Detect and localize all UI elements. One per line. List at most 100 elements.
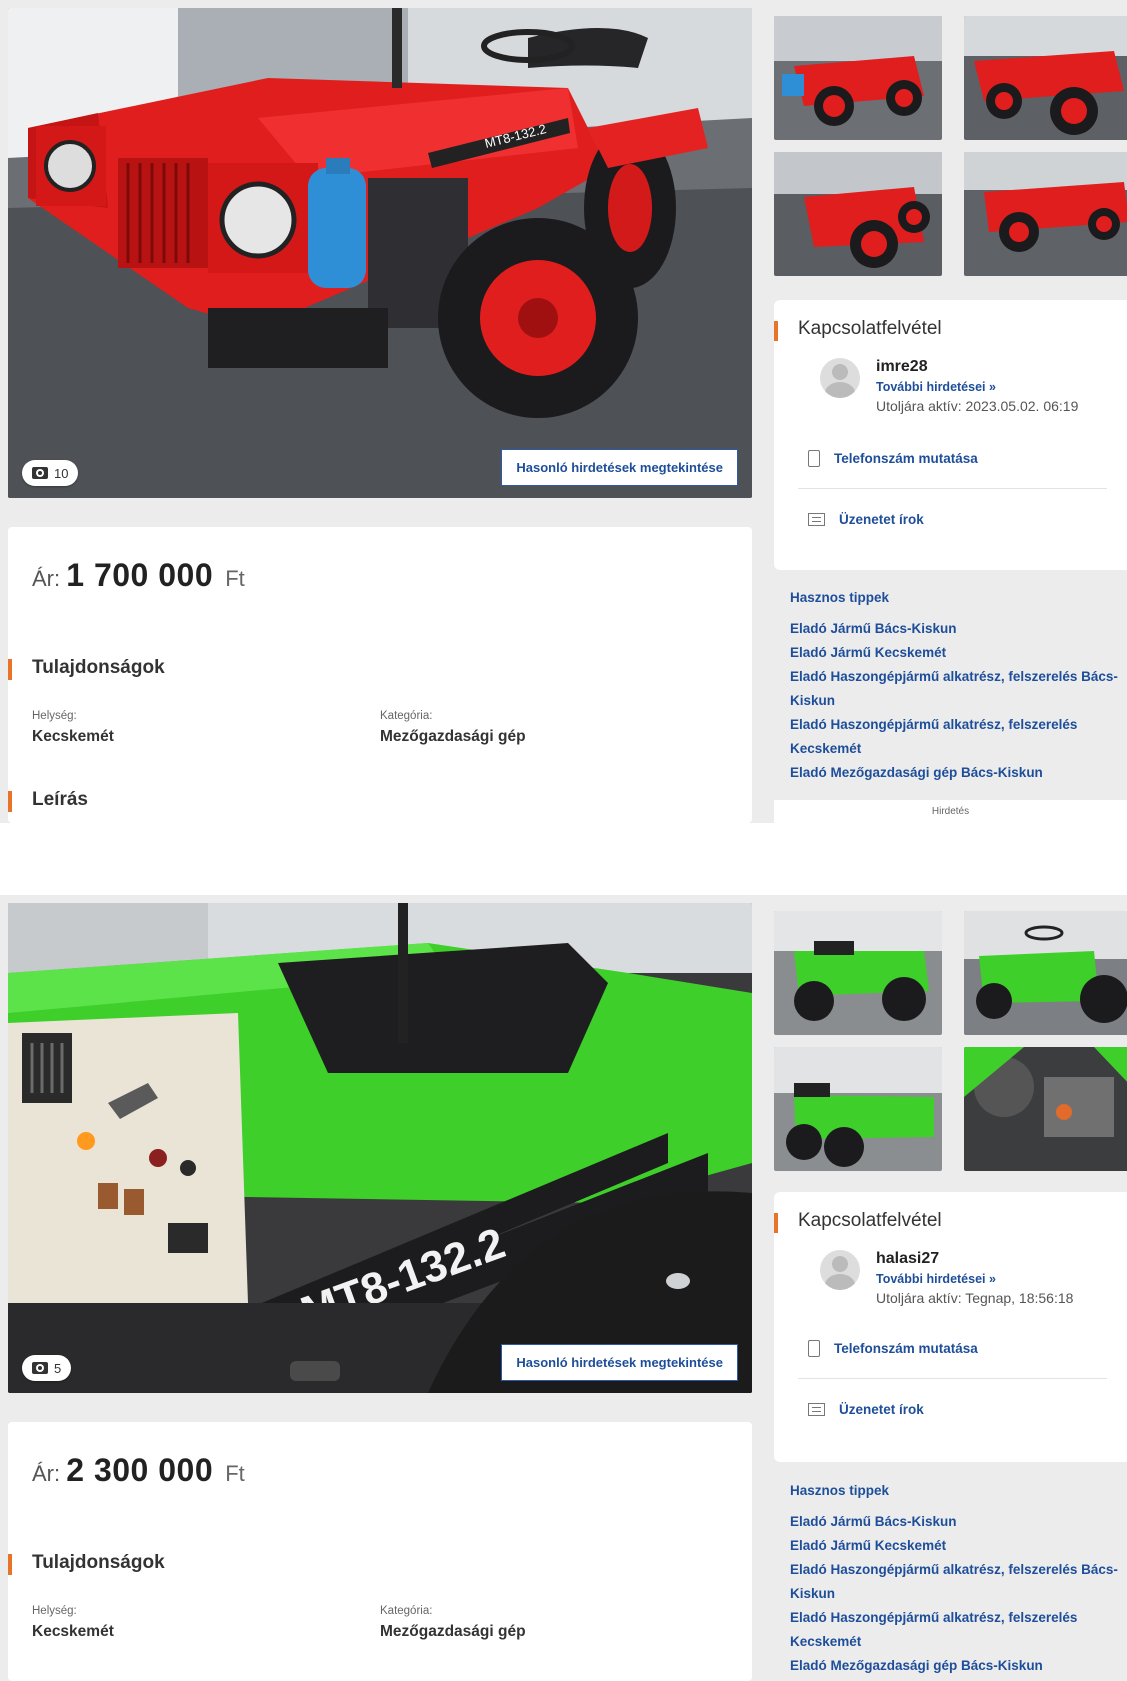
category-value: Mezőgazdasági gép bbox=[380, 1623, 526, 1640]
thumbnail-4[interactable] bbox=[964, 1047, 1127, 1171]
write-message-button[interactable]: Üzenetet írok bbox=[808, 495, 1107, 543]
tip-link[interactable]: Eladó Haszongépjármű alkatrész, felszere… bbox=[790, 713, 1120, 761]
thumbnail-image bbox=[774, 152, 942, 276]
write-message-label: Üzenetet írok bbox=[839, 1401, 924, 1417]
phone-icon bbox=[808, 1339, 820, 1357]
more-ads-link[interactable]: További hirdetései » bbox=[876, 1272, 1073, 1286]
avatar bbox=[820, 358, 860, 398]
category-field: Kategória: Mezőgazdasági gép bbox=[380, 710, 526, 746]
write-message-button[interactable]: Üzenetet írok bbox=[808, 1385, 1107, 1433]
avatar bbox=[820, 1250, 860, 1290]
photo-count-badge[interactable]: 5 bbox=[22, 1355, 72, 1381]
show-phone-button[interactable]: Telefonszám mutatása bbox=[808, 434, 1107, 482]
price: Ár: 1 700 000 Ft bbox=[32, 557, 245, 594]
price-value: 1 700 000 bbox=[66, 557, 214, 593]
message-icon bbox=[808, 512, 825, 526]
photo-count-badge[interactable]: 10 bbox=[22, 460, 79, 486]
properties-title: Tulajdonságok bbox=[8, 657, 165, 680]
seller-info: halasi27 További hirdetései » Utoljára a… bbox=[820, 1250, 1107, 1306]
red-tractor-photo: MT8-132.2 bbox=[8, 8, 752, 498]
contact-card: Kapcsolatfelvétel imre28 További hirdeté… bbox=[774, 300, 1127, 570]
seller-username[interactable]: halasi27 bbox=[876, 1250, 1073, 1268]
photo-count-text: 5 bbox=[54, 1360, 62, 1376]
thumbnail-3[interactable] bbox=[774, 1047, 942, 1171]
last-active-text: Utoljára aktív: Tegnap, 18:56:18 bbox=[876, 1290, 1074, 1306]
thumbnail-1[interactable] bbox=[774, 911, 942, 1035]
thumbnail-grid bbox=[774, 911, 1127, 1171]
location-label: Helység: bbox=[32, 1605, 77, 1617]
show-phone-label: Telefonszám mutatása bbox=[834, 450, 978, 466]
thumbnail-image bbox=[964, 152, 1127, 276]
tip-link[interactable]: Eladó Mezőgazdasági gép Bács-Kiskun bbox=[790, 761, 1120, 785]
thumbnail-image bbox=[774, 1047, 942, 1171]
tips-title: Hasznos tippek bbox=[790, 1483, 890, 1498]
category-value: Mezőgazdasági gép bbox=[380, 728, 526, 745]
write-message-label: Üzenetet írok bbox=[839, 511, 924, 527]
camera-icon bbox=[32, 1362, 48, 1374]
show-phone-button[interactable]: Telefonszám mutatása bbox=[808, 1324, 1107, 1372]
ad-label: Hirdetés bbox=[774, 800, 1127, 823]
similar-listings-button[interactable]: Hasonló hirdetések megtekintése bbox=[501, 1344, 738, 1381]
phone-icon bbox=[808, 449, 820, 467]
thumbnail-image bbox=[964, 1047, 1127, 1171]
location-value: Kecskemét bbox=[32, 728, 114, 745]
tip-link[interactable]: Eladó Mezőgazdasági gép Bács-Kiskun bbox=[790, 1654, 1120, 1678]
location-label: Helység: bbox=[32, 710, 77, 722]
tip-link[interactable]: Eladó Jármű Bács-Kiskun bbox=[790, 1510, 1120, 1534]
category-label: Kategória: bbox=[380, 710, 433, 722]
show-phone-label: Telefonszám mutatása bbox=[834, 1340, 978, 1356]
tips-title: Hasznos tippek bbox=[790, 590, 890, 605]
price: Ár: 2 300 000 Ft bbox=[32, 1452, 245, 1489]
main-photo[interactable]: MT8-132.2 5 Hasonló hirdetések megtekint… bbox=[8, 903, 752, 1393]
thumbnail-image bbox=[964, 911, 1127, 1035]
location-field: Helység: Kecskemét bbox=[32, 1605, 114, 1641]
seller-info: imre28 További hirdetései » Utoljára akt… bbox=[820, 358, 1107, 414]
price-currency: Ft bbox=[225, 1461, 245, 1486]
price-value: 2 300 000 bbox=[66, 1452, 214, 1488]
tip-link[interactable]: Eladó Jármű Bács-Kiskun bbox=[790, 617, 1120, 641]
thumbnail-image bbox=[964, 16, 1127, 140]
seller-username[interactable]: imre28 bbox=[876, 358, 1078, 376]
tip-link[interactable]: Eladó Haszongépjármű alkatrész, felszere… bbox=[790, 1606, 1120, 1654]
thumbnail-1[interactable] bbox=[774, 16, 942, 140]
useful-tips: Hasznos tippek Eladó Jármű Bács-Kiskun E… bbox=[790, 1483, 1120, 1678]
listing-details: Ár: 2 300 000 Ft Tulajdonságok Helység: … bbox=[8, 1422, 752, 1681]
more-ads-link[interactable]: További hirdetései » bbox=[876, 380, 1078, 394]
price-prefix: Ár: bbox=[32, 566, 61, 591]
green-tractor-photo: MT8-132.2 bbox=[8, 903, 752, 1393]
thumbnail-2[interactable] bbox=[964, 911, 1127, 1035]
thumbnail-4[interactable] bbox=[964, 152, 1127, 276]
divider bbox=[798, 1378, 1107, 1379]
price-prefix: Ár: bbox=[32, 1461, 61, 1486]
listing-panel-1: MT8-132.2 10 Hasonló hirdetések megtekin… bbox=[0, 0, 1127, 823]
thumbnail-3[interactable] bbox=[774, 152, 942, 276]
contact-title: Kapcsolatfelvétel bbox=[774, 1210, 1107, 1233]
thumbnail-image bbox=[774, 16, 942, 140]
location-field: Helység: Kecskemét bbox=[32, 710, 114, 746]
useful-tips: Hasznos tippek Eladó Jármű Bács-Kiskun E… bbox=[790, 590, 1120, 785]
camera-icon bbox=[32, 467, 48, 479]
thumbnail-image bbox=[774, 911, 942, 1035]
main-photo[interactable]: MT8-132.2 10 Hasonló hirdetések megtekin… bbox=[8, 8, 752, 498]
similar-listings-button[interactable]: Hasonló hirdetések megtekintése bbox=[501, 449, 738, 486]
thumbnail-grid bbox=[774, 16, 1127, 276]
tip-link[interactable]: Eladó Haszongépjármű alkatrész, felszere… bbox=[790, 665, 1120, 713]
contact-title: Kapcsolatfelvétel bbox=[774, 318, 1107, 341]
price-currency: Ft bbox=[225, 566, 245, 591]
divider bbox=[798, 488, 1107, 489]
tip-link[interactable]: Eladó Jármű Kecskemét bbox=[790, 1534, 1120, 1558]
listing-details: Ár: 1 700 000 Ft Tulajdonságok Helység: … bbox=[8, 527, 752, 823]
location-value: Kecskemét bbox=[32, 1623, 114, 1640]
message-icon bbox=[808, 1402, 825, 1416]
contact-card: Kapcsolatfelvétel halasi27 További hirde… bbox=[774, 1192, 1127, 1462]
photo-count-text: 10 bbox=[54, 465, 69, 481]
properties-title: Tulajdonságok bbox=[8, 1552, 165, 1575]
thumbnail-2[interactable] bbox=[964, 16, 1127, 140]
description-title: Leírás bbox=[8, 789, 88, 812]
last-active-text: Utoljára aktív: 2023.05.02. 06:19 bbox=[876, 398, 1079, 414]
category-label: Kategória: bbox=[380, 1605, 433, 1617]
listing-panel-2: MT8-132.2 5 Hasonló hirdetések megtekint… bbox=[0, 895, 1127, 1681]
tip-link[interactable]: Eladó Jármű Kecskemét bbox=[790, 641, 1120, 665]
tip-link[interactable]: Eladó Haszongépjármű alkatrész, felszere… bbox=[790, 1558, 1120, 1606]
category-field: Kategória: Mezőgazdasági gép bbox=[380, 1605, 526, 1641]
